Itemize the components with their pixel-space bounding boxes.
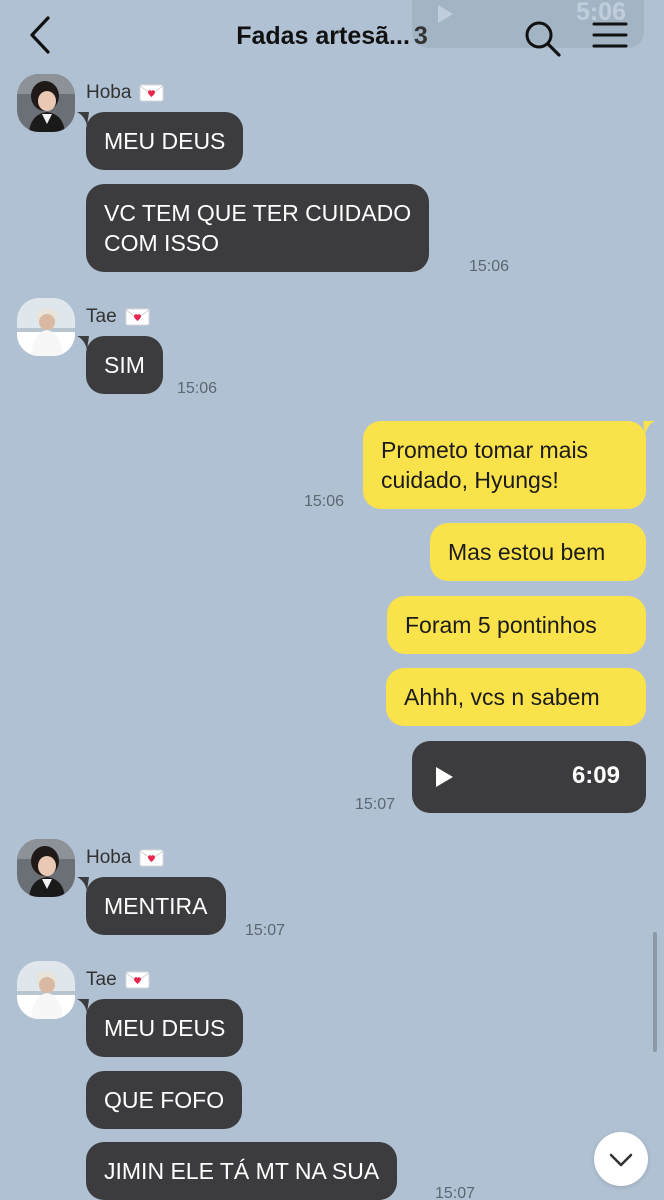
voice-message[interactable]: 6:09 <box>412 741 646 813</box>
play-icon[interactable] <box>434 766 454 788</box>
sender-name-text: Hoba <box>86 82 132 103</box>
message-text: VC TEM QUE TER CUIDADO <box>104 200 412 226</box>
message-bubble-incoming[interactable]: QUE FOFO <box>86 1071 243 1129</box>
member-count: 3 <box>413 22 428 50</box>
hamburger-menu-icon <box>592 22 628 48</box>
message-bubble-outgoing[interactable]: Ahhh, vcs n sabem <box>386 668 646 726</box>
avatar-hoba[interactable] <box>17 74 75 132</box>
message-timestamp: 15:06 <box>469 258 510 275</box>
message-bubble-incoming[interactable]: MEU DEUS <box>77 999 244 1057</box>
sender-name: Tae <box>86 969 150 991</box>
sender-name-text: Tae <box>86 969 117 990</box>
message-text: JIMIN ELE TÁ MT NA SUA <box>104 1158 380 1184</box>
message-bubble-incoming[interactable]: SIM <box>77 336 163 394</box>
message-timestamp: 15:06 <box>304 493 345 510</box>
message-text: SIM <box>104 352 145 378</box>
message-bubble-incoming[interactable]: MEU DEUS <box>77 112 244 170</box>
message-timestamp: 15:07 <box>245 922 286 939</box>
sender-name: Hoba <box>86 847 164 869</box>
message-text: QUE FOFO <box>104 1087 225 1113</box>
message-bubble-incoming[interactable]: VC TEM QUE TER CUIDADO COM ISSO <box>86 184 430 272</box>
message-text: cuidado, Hyungs! <box>381 467 559 493</box>
message-timestamp: 15:06 <box>177 380 218 397</box>
sender-name-text: Hoba <box>86 847 132 868</box>
menu-button[interactable] <box>588 18 632 54</box>
chat-title-text: Fadas artesã... <box>236 22 410 50</box>
search-button[interactable] <box>522 18 562 58</box>
scrollbar[interactable] <box>653 932 657 1052</box>
message-bubble-incoming[interactable]: JIMIN ELE TÁ MT NA SUA <box>86 1142 398 1200</box>
message-text: MENTIRA <box>104 893 208 919</box>
message-text: Mas estou bem <box>448 539 606 565</box>
message-text: COM ISSO <box>104 230 220 256</box>
message-text: Foram 5 pontinhos <box>405 612 597 638</box>
message-text: Ahhh, vcs n sabem <box>404 684 600 710</box>
heart-envelope-icon <box>125 308 150 326</box>
message-bubble-outgoing[interactable]: Prometo tomar mais cuidado, Hyungs! <box>363 421 655 509</box>
message-timestamp: 15:07 <box>355 796 396 813</box>
sender-name-text: Tae <box>86 306 117 327</box>
message-bubble-outgoing[interactable]: Mas estou bem <box>430 523 646 581</box>
message-bubble-incoming[interactable]: MENTIRA <box>77 877 226 935</box>
avatar-tae[interactable] <box>17 961 75 1019</box>
message-text: Prometo tomar mais <box>381 437 589 463</box>
sender-name: Tae <box>86 306 150 328</box>
message-bubble-outgoing[interactable]: Foram 5 pontinhos <box>387 596 646 654</box>
avatar-hoba[interactable] <box>17 839 75 897</box>
chevron-down-icon <box>609 1153 633 1167</box>
chevron-left-icon <box>30 16 50 54</box>
message-text: MEU DEUS <box>104 128 226 154</box>
play-icon[interactable] <box>436 4 454 24</box>
avatar-tae[interactable] <box>17 298 75 356</box>
voice-duration: 6:09 <box>571 762 620 789</box>
chat-title[interactable]: Fadas artesã... 3 <box>150 22 514 51</box>
heart-envelope-icon <box>139 849 164 867</box>
scroll-to-bottom-button[interactable] <box>594 1132 648 1186</box>
heart-envelope-icon <box>125 971 150 989</box>
heart-envelope-icon <box>139 84 164 102</box>
back-button[interactable] <box>22 14 62 58</box>
search-icon <box>525 21 561 57</box>
sender-name: Hoba <box>86 82 164 104</box>
message-timestamp: 15:07 <box>435 1185 476 1200</box>
message-text: MEU DEUS <box>104 1015 226 1041</box>
